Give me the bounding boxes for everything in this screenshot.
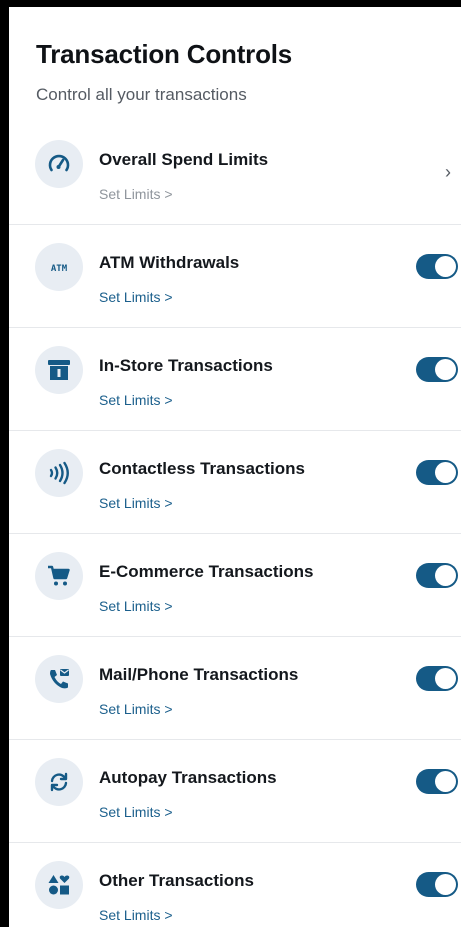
transaction-controls-screen: Transaction Controls Control all your tr… [9, 7, 461, 927]
list-item-atm-withdrawals: ATM ATM Withdrawals Set Limits > [9, 225, 461, 328]
item-title: Other Transactions [99, 871, 254, 890]
atm-icon: ATM [35, 243, 83, 291]
list-item-contactless: Contactless Transactions Set Limits > [9, 431, 461, 534]
set-limits-link[interactable]: Set Limits > [99, 495, 173, 511]
item-title: Contactless Transactions [99, 459, 305, 478]
other-toggle[interactable] [416, 872, 458, 897]
toggle-knob [435, 771, 456, 792]
set-limits-link[interactable]: Set Limits > [99, 804, 173, 820]
set-limits-link[interactable]: Set Limits > [99, 289, 173, 305]
list-item-overall-spend-limits[interactable]: Overall Spend Limits Set Limits > › [9, 122, 461, 225]
toggle-knob [435, 462, 456, 483]
toggle-knob [435, 874, 456, 895]
controls-list: Overall Spend Limits Set Limits > › ATM … [9, 122, 461, 927]
page-title: Transaction Controls [36, 39, 293, 69]
atm-toggle[interactable] [416, 254, 458, 279]
cart-icon [35, 552, 83, 600]
contactless-icon [35, 449, 83, 497]
item-title: In-Store Transactions [99, 356, 273, 375]
list-item-autopay: Autopay Transactions Set Limits > [9, 740, 461, 843]
list-item-mail-phone: Mail/Phone Transactions Set Limits > [9, 637, 461, 740]
set-limits-link[interactable]: Set Limits > [99, 598, 173, 614]
e-commerce-toggle[interactable] [416, 563, 458, 588]
autopay-icon [35, 758, 83, 806]
shapes-icon [35, 861, 83, 909]
item-title: Autopay Transactions [99, 768, 277, 787]
toggle-knob [435, 668, 456, 689]
toggle-knob [435, 359, 456, 380]
set-limits-link[interactable]: Set Limits > [99, 186, 173, 202]
mail-phone-toggle[interactable] [416, 666, 458, 691]
autopay-toggle[interactable] [416, 769, 458, 794]
set-limits-link[interactable]: Set Limits > [99, 907, 173, 923]
page-subtitle: Control all your transactions [36, 85, 247, 104]
speedometer-icon [35, 140, 83, 188]
set-limits-link[interactable]: Set Limits > [99, 392, 173, 408]
contactless-toggle[interactable] [416, 460, 458, 485]
list-item-in-store: In-Store Transactions Set Limits > [9, 328, 461, 431]
phone-icon [35, 655, 83, 703]
in-store-toggle[interactable] [416, 357, 458, 382]
list-item-e-commerce: E-Commerce Transactions Set Limits > [9, 534, 461, 637]
item-title: ATM Withdrawals [99, 253, 240, 272]
store-icon [35, 346, 83, 394]
chevron-right-icon[interactable]: › [445, 162, 451, 183]
item-title: Overall Spend Limits [99, 150, 269, 169]
svg-text:ATM: ATM [51, 264, 68, 274]
toggle-knob [435, 565, 456, 586]
toggle-knob [435, 256, 456, 277]
set-limits-link[interactable]: Set Limits > [99, 701, 173, 717]
item-title: E-Commerce Transactions [99, 562, 314, 581]
list-item-other: Other Transactions Set Limits > [9, 843, 461, 927]
item-title: Mail/Phone Transactions [99, 665, 299, 684]
